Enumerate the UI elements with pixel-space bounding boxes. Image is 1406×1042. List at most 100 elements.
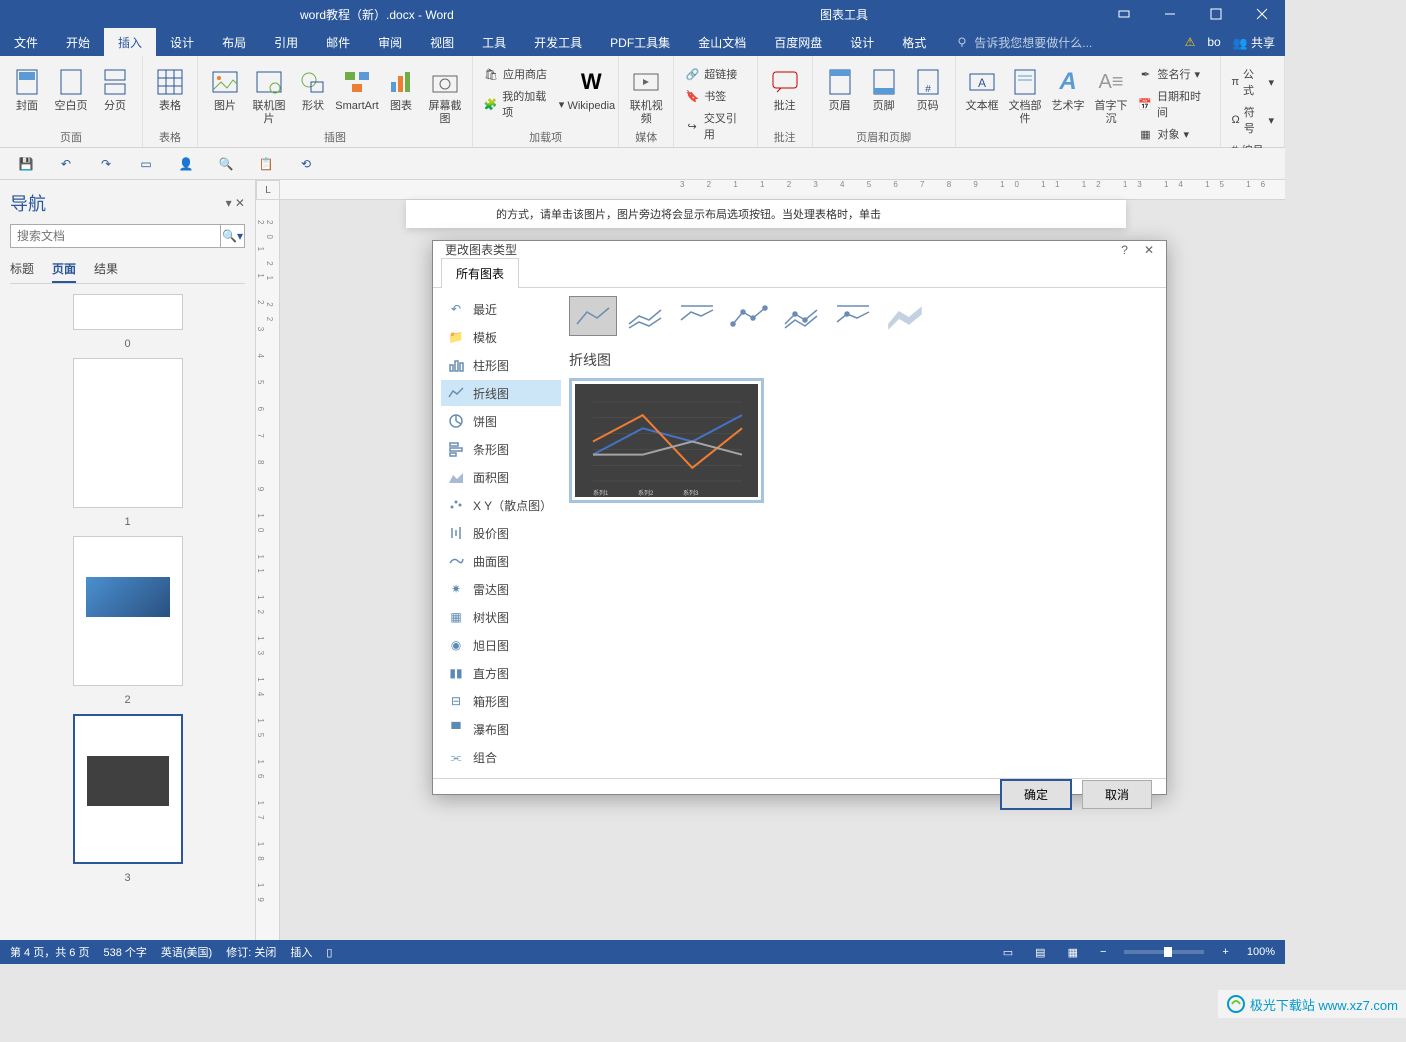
chart-cat-boxwhisker[interactable]: ⊟箱形图 [441, 688, 561, 714]
table-button[interactable]: 表格 [149, 60, 191, 113]
page-thumb-3[interactable] [73, 714, 183, 864]
page-number-button[interactable]: #页码 [907, 60, 949, 113]
minimize-icon[interactable] [1147, 0, 1193, 28]
page-thumb-0[interactable] [73, 294, 183, 330]
online-pictures-button[interactable]: 联机图片 [248, 60, 290, 126]
warning-icon[interactable]: ⚠ [1185, 35, 1196, 49]
chart-cat-line[interactable]: 折线图 [441, 380, 561, 406]
chart-subtype-3d-line[interactable] [881, 296, 929, 336]
chart-cat-treemap[interactable]: ▦树状图 [441, 604, 561, 630]
chart-subtype-line[interactable] [569, 296, 617, 336]
chart-cat-bar[interactable]: 条形图 [441, 436, 561, 462]
tab-insert[interactable]: 插入 [104, 28, 156, 56]
chart-cat-combo[interactable]: ⫘组合 [441, 744, 561, 770]
page-thumb-1[interactable] [73, 358, 183, 508]
crossref-button[interactable]: ↪交叉引用 [680, 108, 750, 144]
view-print-icon[interactable]: ▤ [1031, 946, 1049, 959]
tab-developer[interactable]: 开发工具 [520, 28, 596, 56]
chart-cat-surface[interactable]: 曲面图 [441, 548, 561, 574]
chart-subtype-line-markers[interactable] [725, 296, 773, 336]
chart-subtype-stacked-line[interactable] [621, 296, 669, 336]
wordart-button[interactable]: A艺术字 [1048, 60, 1089, 113]
chart-subtype-100-stacked-line[interactable] [673, 296, 721, 336]
vertical-ruler[interactable]: 2 1 1 2 3 4 5 6 7 8 9 10 11 12 13 14 15 … [256, 200, 280, 940]
dialog-help-icon[interactable]: ? [1121, 243, 1128, 257]
datetime-button[interactable]: 📅日期和时间 [1133, 86, 1214, 122]
chart-cat-radar[interactable]: ✷雷达图 [441, 576, 561, 602]
nav-dropdown-icon[interactable]: ▾ ✕ [226, 196, 245, 210]
qat-icon-2[interactable]: 👤 [176, 154, 196, 174]
qat-icon-4[interactable]: 📋 [256, 154, 276, 174]
tab-jinshan[interactable]: 金山文档 [684, 28, 760, 56]
status-page[interactable]: 第 4 页，共 6 页 [10, 944, 89, 960]
tab-mailings[interactable]: 邮件 [312, 28, 364, 56]
view-read-icon[interactable]: ▭ [999, 946, 1017, 959]
smartart-button[interactable]: SmartArt [336, 60, 378, 113]
quick-parts-button[interactable]: 文档部件 [1005, 60, 1046, 126]
cancel-button[interactable]: 取消 [1082, 780, 1152, 809]
document-page[interactable]: 的方式，请单击该图片，图片旁边将会显示布局选项按钮。当处理表格时，单击 [406, 200, 1126, 228]
tab-view[interactable]: 视图 [416, 28, 468, 56]
blank-page-button[interactable]: 空白页 [50, 60, 92, 113]
horizontal-ruler[interactable]: 3 2 1 1 2 3 4 5 6 7 8 9 10 11 12 13 14 1… [280, 180, 1285, 200]
tab-pdf[interactable]: PDF工具集 [596, 28, 684, 56]
my-addins-button[interactable]: 🧩我的加载项 ▾ [479, 86, 568, 122]
tab-home[interactable]: 开始 [52, 28, 104, 56]
chart-cat-column[interactable]: 柱形图 [441, 352, 561, 378]
nav-tab-pages[interactable]: 页面 [52, 256, 76, 283]
chart-subtype-100-stacked-line-markers[interactable] [829, 296, 877, 336]
object-button[interactable]: ▦对象 ▾ [1133, 124, 1214, 144]
chart-cat-stock[interactable]: 股价图 [441, 520, 561, 546]
bookmark-button[interactable]: 🔖书签 [680, 86, 750, 106]
chart-cat-area[interactable]: 面积图 [441, 464, 561, 490]
footer-button[interactable]: 页脚 [863, 60, 905, 113]
store-button[interactable]: 🛍应用商店 [479, 64, 568, 84]
wikipedia-button[interactable]: WWikipedia [570, 60, 612, 113]
chart-cat-xy[interactable]: X Y（散点图） [441, 492, 561, 518]
status-track[interactable]: 修订: 关闭 [226, 944, 276, 960]
tab-file[interactable]: 文件 [0, 28, 52, 56]
maximize-icon[interactable] [1193, 0, 1239, 28]
status-language[interactable]: 英语(美国) [161, 944, 212, 960]
header-button[interactable]: 页眉 [819, 60, 861, 113]
tell-me-search[interactable]: 告诉我您想要做什么... [940, 28, 1184, 56]
symbol-button[interactable]: Ω 符号 ▾ [1227, 102, 1278, 138]
tab-design[interactable]: 设计 [156, 28, 208, 56]
tab-layout[interactable]: 布局 [208, 28, 260, 56]
chart-cat-templates[interactable]: 📁模板 [441, 324, 561, 350]
nav-tab-headings[interactable]: 标题 [10, 256, 34, 283]
comment-button[interactable]: 批注 [764, 60, 806, 113]
chart-cat-sunburst[interactable]: ◉旭日图 [441, 632, 561, 658]
page-break-button[interactable]: 分页 [94, 60, 136, 113]
view-web-icon[interactable]: ▦ [1064, 946, 1082, 959]
chart-cat-pie[interactable]: 饼图 [441, 408, 561, 434]
chart-subtype-stacked-line-markers[interactable] [777, 296, 825, 336]
tab-references[interactable]: 引用 [260, 28, 312, 56]
save-icon[interactable]: 💾 [16, 154, 36, 174]
zoom-out-icon[interactable]: − [1096, 946, 1110, 958]
tab-tools[interactable]: 工具 [468, 28, 520, 56]
tab-review[interactable]: 审阅 [364, 28, 416, 56]
shapes-button[interactable]: 形状 [292, 60, 334, 113]
nav-tab-results[interactable]: 结果 [94, 256, 118, 283]
search-icon[interactable]: 🔍▾ [220, 225, 244, 247]
page-thumb-2[interactable] [73, 536, 183, 686]
ok-button[interactable]: 确定 [1000, 779, 1072, 810]
status-mode[interactable]: 插入 [290, 944, 312, 960]
zoom-in-icon[interactable]: + [1218, 946, 1232, 958]
qat-icon-5[interactable]: ⟲ [296, 154, 316, 174]
chart-cat-waterfall[interactable]: ▝▘瀑布图 [441, 716, 561, 742]
drop-cap-button[interactable]: A≡首字下沉 [1091, 60, 1132, 126]
qat-icon-1[interactable]: ▭ [136, 154, 156, 174]
dialog-close-icon[interactable]: ✕ [1144, 243, 1154, 257]
ruler-corner[interactable]: L [256, 180, 280, 200]
tab-baidu[interactable]: 百度网盘 [760, 28, 836, 56]
dialog-tab-all-charts[interactable]: 所有图表 [441, 258, 519, 288]
chart-button[interactable]: 图表 [380, 60, 422, 113]
close-icon[interactable] [1239, 0, 1285, 28]
user-name[interactable]: bo [1207, 35, 1220, 49]
undo-icon[interactable]: ↶ [56, 154, 76, 174]
status-words[interactable]: 538 个字 [103, 944, 146, 960]
screenshot-button[interactable]: 屏幕截图 [424, 60, 466, 126]
tab-chart-format[interactable]: 格式 [888, 28, 940, 56]
